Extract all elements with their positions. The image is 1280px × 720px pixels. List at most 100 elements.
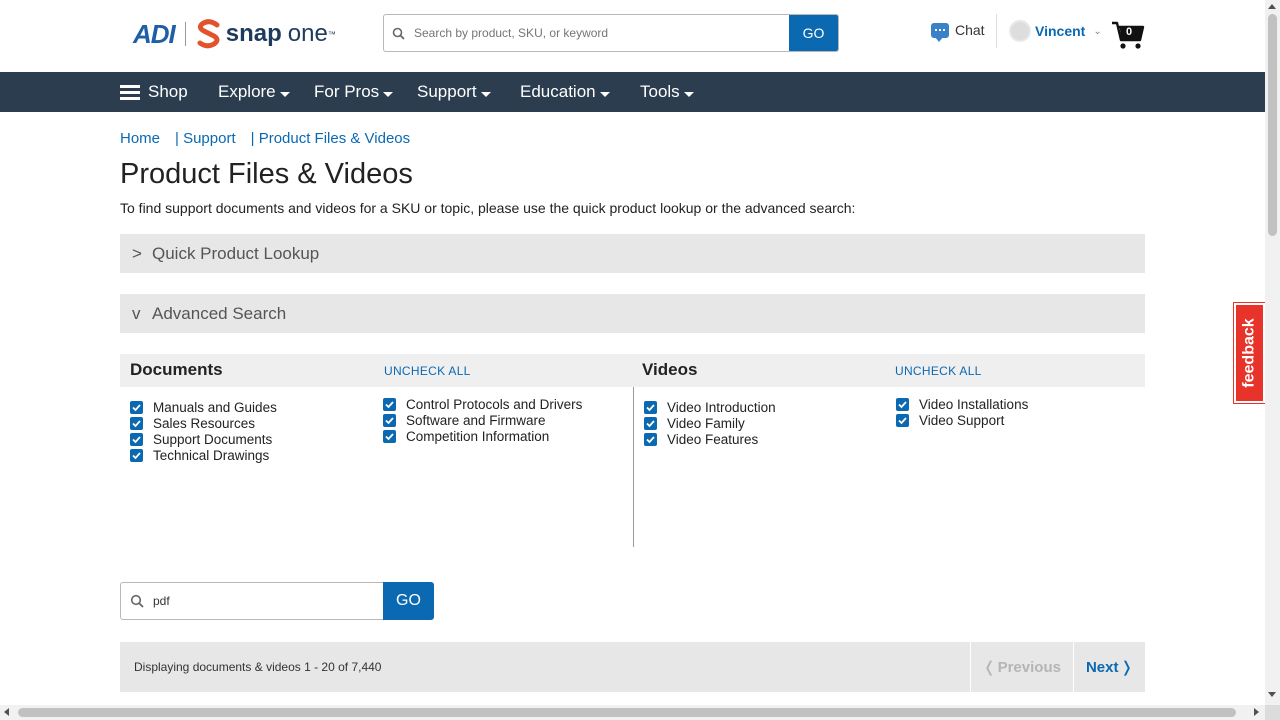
- checkbox-video-family[interactable]: Video Family: [644, 416, 745, 431]
- checkbox-label: Video Features: [667, 432, 759, 447]
- checkbox-label: Support Documents: [153, 432, 273, 447]
- checkbox-video-features[interactable]: Video Features: [644, 432, 758, 447]
- page-title: Product Files & Videos: [120, 158, 413, 190]
- snap-one-s-icon: [197, 19, 220, 49]
- checkbox-sales-resources[interactable]: Sales Resources: [130, 416, 255, 431]
- results-bar: Displaying documents & videos 1 - 20 of …: [120, 642, 1145, 692]
- previous-page-button[interactable]: ❬ Previous: [970, 642, 1073, 692]
- horizontal-scroll-thumb[interactable]: [18, 708, 1236, 717]
- videos-header: [633, 354, 1145, 387]
- feedback-tab[interactable]: feedback: [1233, 302, 1266, 404]
- videos-title: Videos: [642, 360, 698, 379]
- nav-for-pros-label: For Pros: [314, 82, 380, 101]
- nav-for-pros[interactable]: For Pros: [314, 72, 394, 112]
- header-search-input[interactable]: [412, 15, 789, 51]
- chat-link[interactable]: Chat: [931, 22, 985, 42]
- checkbox-video-introduction[interactable]: Video Introduction: [644, 400, 776, 415]
- documents-title: Documents: [130, 360, 223, 379]
- avatar: [1009, 20, 1031, 42]
- nav-education-label: Education: [520, 82, 596, 101]
- accordion-label: Quick Product Lookup: [152, 243, 320, 263]
- caret-down-icon: [480, 91, 491, 97]
- nav-shop[interactable]: Shop: [120, 72, 188, 112]
- keyword-search-go-button[interactable]: GO: [383, 582, 434, 620]
- quick-product-lookup-toggle[interactable]: > Quick Product Lookup: [120, 234, 1145, 273]
- results-summary: Displaying documents & videos 1 - 20 of …: [134, 660, 382, 674]
- checkbox-checked-icon[interactable]: [896, 398, 909, 411]
- checkbox-video-installations[interactable]: Video Installations: [896, 397, 1028, 412]
- feedback-label: feedback: [1240, 318, 1258, 388]
- breadcrumb-support[interactable]: | Support: [175, 130, 236, 147]
- accordion-label: Advanced Search: [152, 303, 287, 323]
- checkbox-checked-icon[interactable]: [644, 433, 657, 446]
- checkbox-software-and-firmware[interactable]: Software and Firmware: [383, 413, 546, 428]
- cart-button[interactable]: 0: [1111, 20, 1145, 50]
- checkbox-checked-icon[interactable]: [896, 414, 909, 427]
- checkbox-checked-icon[interactable]: [130, 417, 143, 430]
- checkbox-checked-icon[interactable]: [130, 401, 143, 414]
- checkbox-checked-icon[interactable]: [383, 398, 396, 411]
- chevron-right-icon: ❭: [1120, 659, 1134, 676]
- scrollbar-corner: [1265, 705, 1280, 720]
- documents-uncheck-all-link[interactable]: UNCHECK ALL: [384, 364, 471, 378]
- horizontal-scrollbar[interactable]: [0, 705, 1265, 720]
- checkbox-technical-drawings[interactable]: Technical Drawings: [130, 448, 269, 463]
- adi-logo-text: ADI: [133, 18, 176, 49]
- scroll-left-icon[interactable]: [4, 708, 9, 716]
- header-search-go-button[interactable]: GO: [789, 15, 838, 51]
- nav-tools-label: Tools: [640, 82, 680, 101]
- breadcrumb-product-files[interactable]: | Product Files & Videos: [251, 130, 411, 147]
- logo-divider: [184, 22, 186, 46]
- checkbox-checked-icon[interactable]: [130, 433, 143, 446]
- scroll-right-icon[interactable]: [1254, 708, 1259, 716]
- hamburger-icon: [120, 84, 140, 100]
- header-divider: [996, 14, 997, 48]
- checkbox-checked-icon[interactable]: [644, 417, 657, 430]
- checkbox-label: Video Installations: [919, 397, 1029, 412]
- vertical-scrollbar[interactable]: [1265, 0, 1280, 705]
- checkbox-control-protocols[interactable]: Control Protocols and Drivers: [383, 397, 582, 412]
- breadcrumb: Home | Support | Product Files & Videos: [120, 130, 425, 147]
- vertical-scroll-thumb[interactable]: [1268, 14, 1277, 236]
- checkbox-competition-information[interactable]: Competition Information: [383, 429, 549, 444]
- checkbox-label: Video Support: [919, 413, 1005, 428]
- nav-tools[interactable]: Tools: [640, 72, 694, 112]
- scroll-up-icon[interactable]: [1268, 4, 1276, 9]
- breadcrumb-home[interactable]: Home: [120, 130, 160, 147]
- nav-support-label: Support: [417, 82, 477, 101]
- user-name: Vincent: [1035, 23, 1086, 39]
- advanced-search-toggle[interactable]: v Advanced Search: [120, 294, 1145, 333]
- keyword-search-input[interactable]: [153, 594, 373, 608]
- chat-label: Chat: [955, 22, 985, 38]
- checkbox-video-support[interactable]: Video Support: [896, 413, 1004, 428]
- cart-count: 0: [1125, 26, 1133, 38]
- checkbox-checked-icon[interactable]: [130, 449, 143, 462]
- chevron-left-icon: ❬: [983, 659, 996, 676]
- checkbox-checked-icon[interactable]: [644, 401, 657, 414]
- adi-snap-one-logo[interactable]: ADI snap one ™: [133, 18, 336, 50]
- checkbox-label: Video Introduction: [667, 400, 776, 415]
- header-search: GO: [383, 14, 839, 52]
- checkbox-label: Technical Drawings: [153, 448, 270, 463]
- checkbox-manuals-and-guides[interactable]: Manuals and Guides: [130, 400, 277, 415]
- checkbox-support-documents[interactable]: Support Documents: [130, 432, 272, 447]
- scroll-down-icon[interactable]: [1268, 692, 1276, 697]
- checkbox-label: Sales Resources: [153, 416, 256, 431]
- user-menu[interactable]: Vincent ⌄: [1009, 20, 1102, 42]
- page-intro: To find support documents and videos for…: [120, 200, 856, 216]
- nav-explore[interactable]: Explore: [218, 72, 290, 112]
- nav-education[interactable]: Education: [520, 72, 610, 112]
- videos-uncheck-all-link[interactable]: UNCHECK ALL: [895, 364, 982, 378]
- checkbox-checked-icon[interactable]: [383, 414, 396, 427]
- section-divider: [633, 387, 634, 547]
- checkbox-label: Control Protocols and Drivers: [406, 397, 583, 412]
- main-nav: Shop Explore For Pros Support Education …: [0, 72, 1265, 112]
- nav-support[interactable]: Support: [417, 72, 491, 112]
- next-page-button[interactable]: Next ❭: [1073, 642, 1145, 692]
- checkbox-checked-icon[interactable]: [383, 430, 396, 443]
- next-label: Next: [1085, 658, 1119, 676]
- checkbox-label: Competition Information: [406, 429, 550, 444]
- previous-label: Previous: [997, 658, 1061, 676]
- one-logo-text: one: [287, 20, 328, 47]
- trademark-mark: ™: [327, 29, 336, 39]
